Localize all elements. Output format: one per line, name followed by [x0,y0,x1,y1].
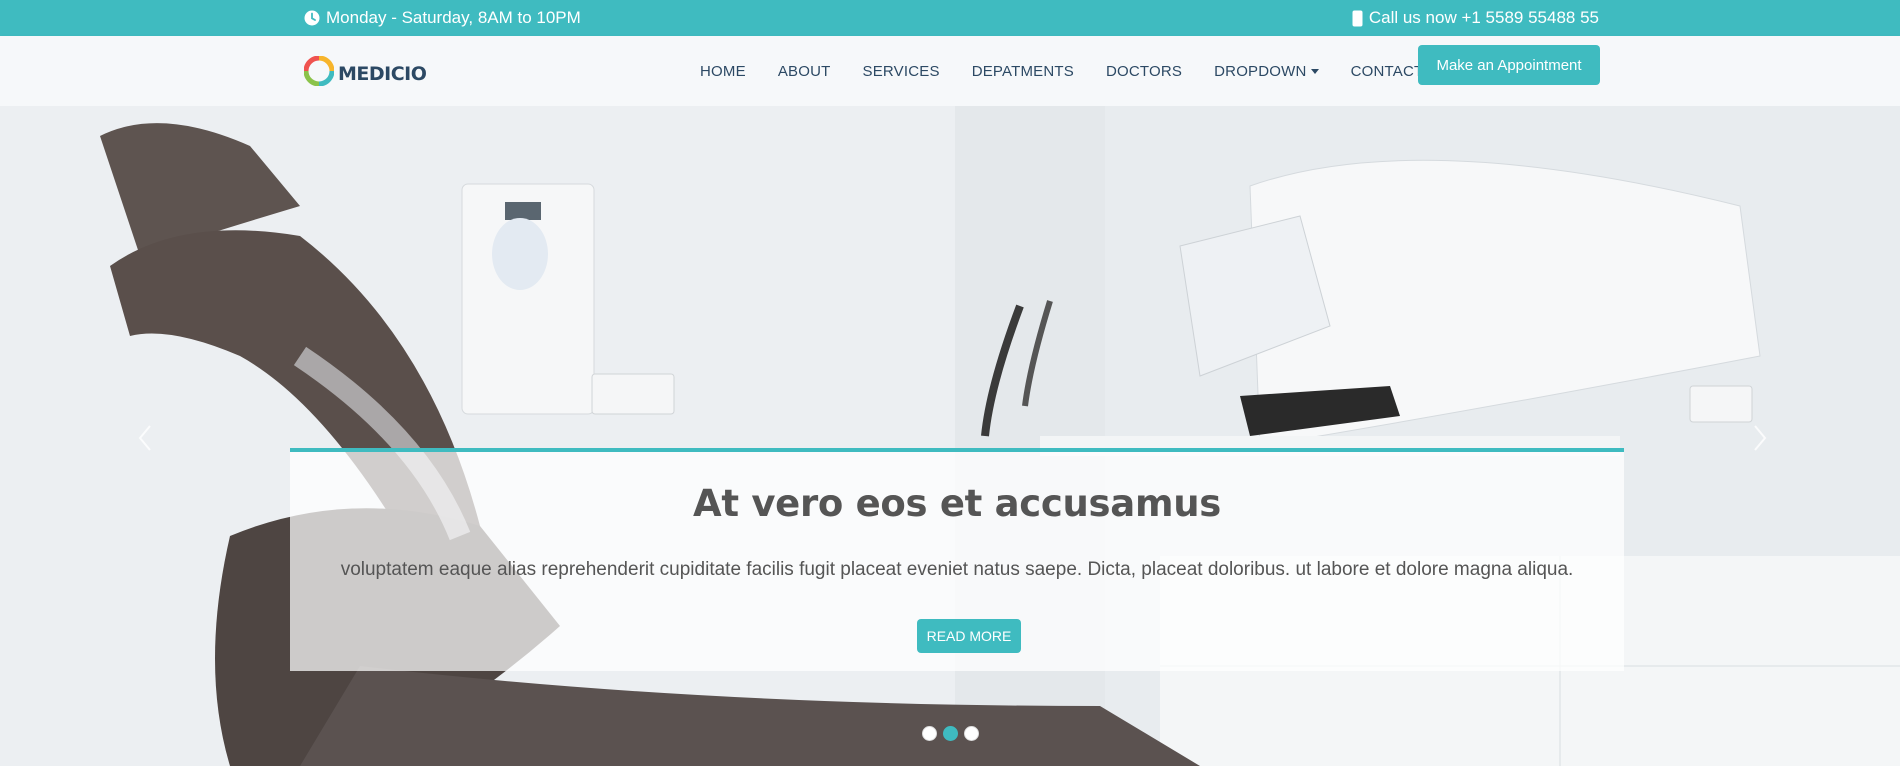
opening-hours-text: Monday - Saturday, 8AM to 10PM [326,8,581,27]
nav-contact[interactable]: CONTACT [1351,63,1424,80]
chevron-left-icon [138,425,151,451]
logo-ring-icon [303,55,335,91]
caret-down-icon [1310,69,1319,74]
nav-about-label: ABOUT [777,62,831,80]
phone-contact[interactable]: Call us now +1 5589 55488 55 [1352,8,1599,28]
site-header: MEDICIO HOME ABOUT SERVICES DEPATMENTS D… [0,36,1900,106]
slide-description: voluptatem eaque alias reprehenderit cup… [340,559,1574,580]
phone-text[interactable]: Call us now +1 5589 55488 55 [1369,8,1599,28]
carousel-indicator-2[interactable] [943,726,958,741]
phone-icon [1352,10,1363,27]
make-appointment-button[interactable]: Make an Appointment [1418,45,1600,85]
nav-services[interactable]: SERVICES [863,63,940,80]
hero-carousel: At vero eos et accusamus voluptatem eaqu… [0,106,1900,766]
logo[interactable]: MEDICIO [303,55,427,91]
slide-title: At vero eos et accusamus [693,482,1221,525]
nav-dropdown[interactable]: DROPDOWN [1214,62,1319,80]
nav-departments-label: DEPATMENTS [971,62,1074,80]
nav-about[interactable]: ABOUT [778,63,831,80]
chevron-right-icon [1754,425,1767,451]
main-nav: HOME ABOUT SERVICES DEPATMENTS DOCTORS D… [700,36,1455,106]
nav-services-label: SERVICES [862,62,940,80]
opening-hours: Monday - Saturday, 8AM to 10PM [304,8,581,28]
clock-icon [304,10,320,26]
carousel-next-arrow[interactable] [1745,418,1775,458]
top-info-bar: Monday - Saturday, 8AM to 10PM Call us n… [0,0,1900,36]
carousel-indicator-3[interactable] [964,726,979,741]
nav-home[interactable]: HOME [700,63,746,80]
nav-contact-label: CONTACT [1350,62,1424,80]
slide-caption: At vero eos et accusamus voluptatem eaqu… [290,448,1624,671]
nav-dropdown-label: DROPDOWN [1214,62,1307,80]
nav-departments[interactable]: DEPATMENTS [972,63,1074,80]
carousel-prev-arrow[interactable] [130,418,160,458]
read-more-button[interactable]: READ MORE [917,619,1021,653]
logo-text: MEDICIO [338,62,427,85]
nav-home-label: HOME [700,62,746,80]
carousel-indicator-1[interactable] [922,726,937,741]
nav-doctors[interactable]: DOCTORS [1106,63,1182,80]
nav-doctors-label: DOCTORS [1105,62,1183,80]
carousel-indicators [922,726,979,741]
